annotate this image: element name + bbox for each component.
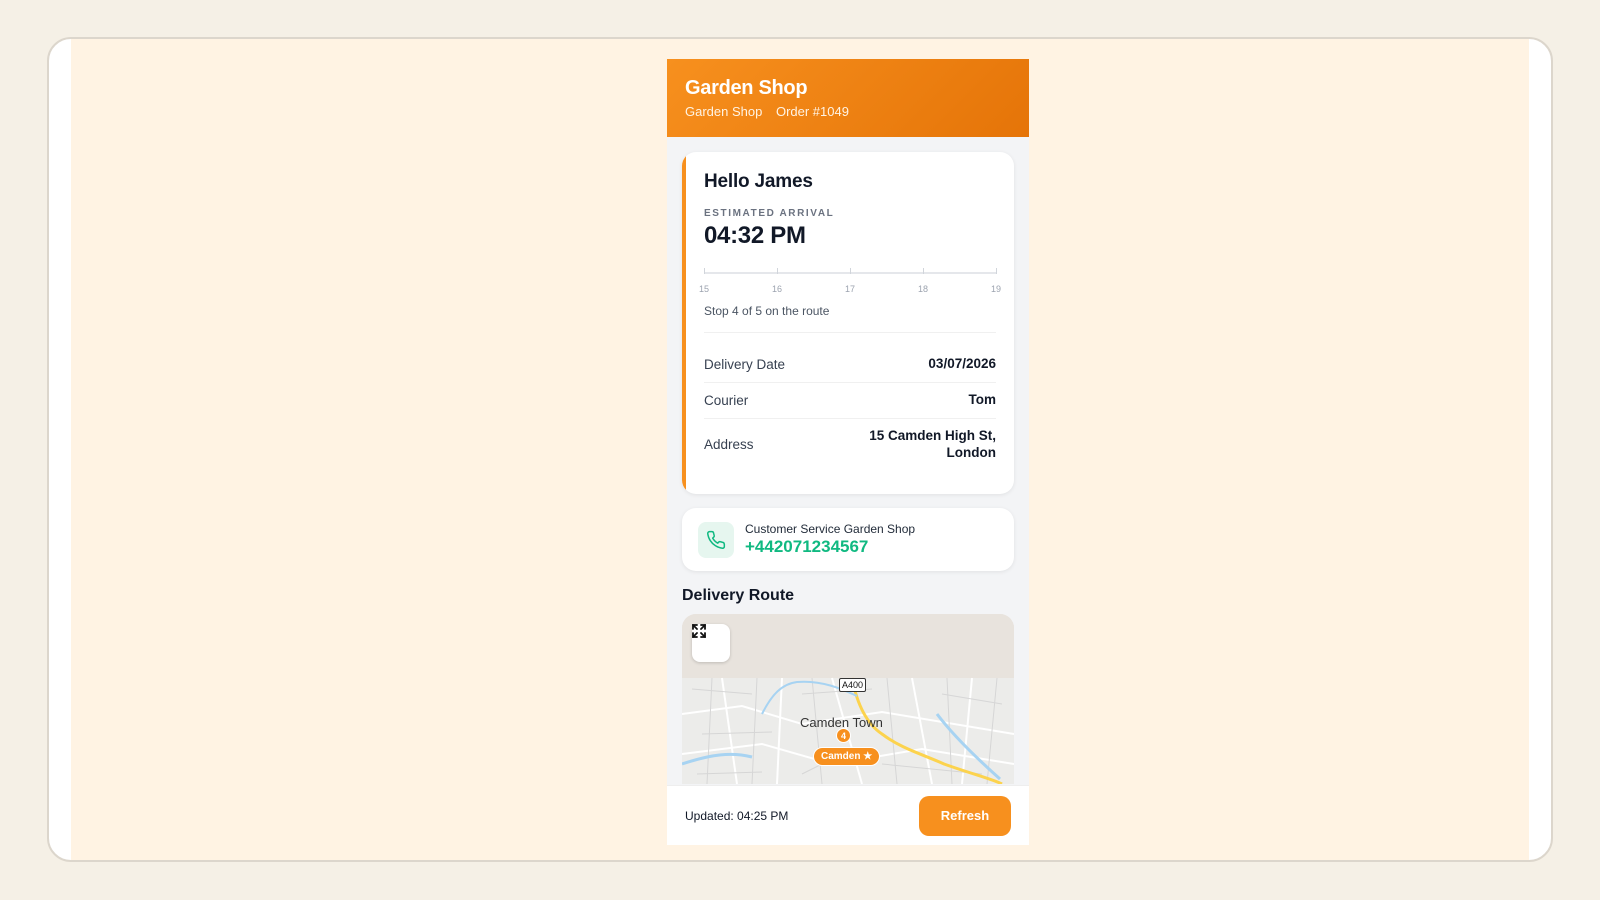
- contact-label: Customer Service Garden Shop: [745, 522, 916, 536]
- arrival-timeline: 15 16 17 18 19: [699, 266, 1001, 302]
- header-subtitle: Garden Shop Order #1049: [685, 104, 1011, 119]
- header-order-number: Order #1049: [775, 104, 849, 119]
- detail-row-delivery-date: Delivery Date 03/07/2026: [704, 347, 996, 383]
- contact-text: Customer Service Garden Shop +4420712345…: [745, 522, 915, 557]
- detail-value: 15 Camden High St, London: [869, 427, 996, 460]
- detail-label: Courier: [704, 392, 749, 408]
- stop-marker[interactable]: 4: [836, 728, 851, 743]
- tracking-app: Garden Shop Garden Shop Order #1049 Hell…: [667, 59, 1029, 845]
- refresh-button[interactable]: Refresh: [919, 795, 1011, 836]
- expand-map-button[interactable]: [692, 624, 730, 662]
- app-footer: Updated: 04:25 PM Refresh: [667, 785, 1029, 845]
- timeline-tick: [777, 268, 778, 274]
- delivery-route-map[interactable]: A400 Camden Town 4 Camden ★: [682, 614, 1014, 784]
- timeline-tick: [704, 268, 705, 274]
- phone-icon: [698, 521, 734, 558]
- eta-label: ESTIMATED ARRIVAL: [704, 208, 835, 219]
- timeline-tick-label: 16: [771, 284, 783, 294]
- header-title: Garden Shop: [685, 77, 808, 99]
- customer-service-card[interactable]: Customer Service Garden Shop +4420712345…: [682, 508, 1014, 571]
- eta-time: 04:32 PM: [704, 222, 806, 249]
- last-updated-text: Updated: 04:25 PM: [685, 808, 789, 823]
- delivery-details: Delivery Date 03/07/2026 Courier Tom Add…: [704, 347, 996, 471]
- app-header: Garden Shop Garden Shop Order #1049: [667, 59, 1029, 137]
- timeline-tick: [923, 268, 924, 274]
- content-scroll-area[interactable]: Hello James ESTIMATED ARRIVAL 04:32 PM 1…: [667, 137, 1029, 784]
- delivery-status-card: Hello James ESTIMATED ARRIVAL 04:32 PM 1…: [682, 152, 1014, 494]
- device-screen: Garden Shop Garden Shop Order #1049 Hell…: [71, 39, 1529, 860]
- detail-value: Tom: [968, 391, 997, 407]
- expand-icon: [692, 624, 706, 638]
- timeline-tick-label: 19: [990, 284, 1002, 294]
- greeting: Hello James: [704, 171, 813, 192]
- delivery-route-title: Delivery Route: [682, 587, 795, 604]
- timeline-tick: [850, 268, 851, 274]
- timeline-tick: [996, 268, 997, 274]
- detail-value: 03/07/2026: [928, 356, 996, 371]
- device-frame: Garden Shop Garden Shop Order #1049 Hell…: [47, 37, 1553, 862]
- detail-label: Delivery Date: [704, 356, 786, 372]
- route-stop-progress: Stop 4 of 5 on the route: [704, 304, 996, 333]
- detail-row-courier: Courier Tom: [704, 383, 996, 419]
- detail-label: Address: [704, 437, 754, 453]
- detail-row-address: Address 15 Camden High St, London: [704, 419, 996, 471]
- timeline-tick-label: 15: [698, 284, 710, 294]
- timeline-tick-label: 17: [844, 284, 856, 294]
- road-shield: A400: [839, 678, 867, 692]
- destination-marker[interactable]: Camden ★: [813, 747, 881, 766]
- header-shop-name: Garden Shop: [685, 104, 763, 119]
- contact-phone-link[interactable]: +442071234567: [745, 537, 915, 557]
- timeline-tick-label: 18: [917, 284, 929, 294]
